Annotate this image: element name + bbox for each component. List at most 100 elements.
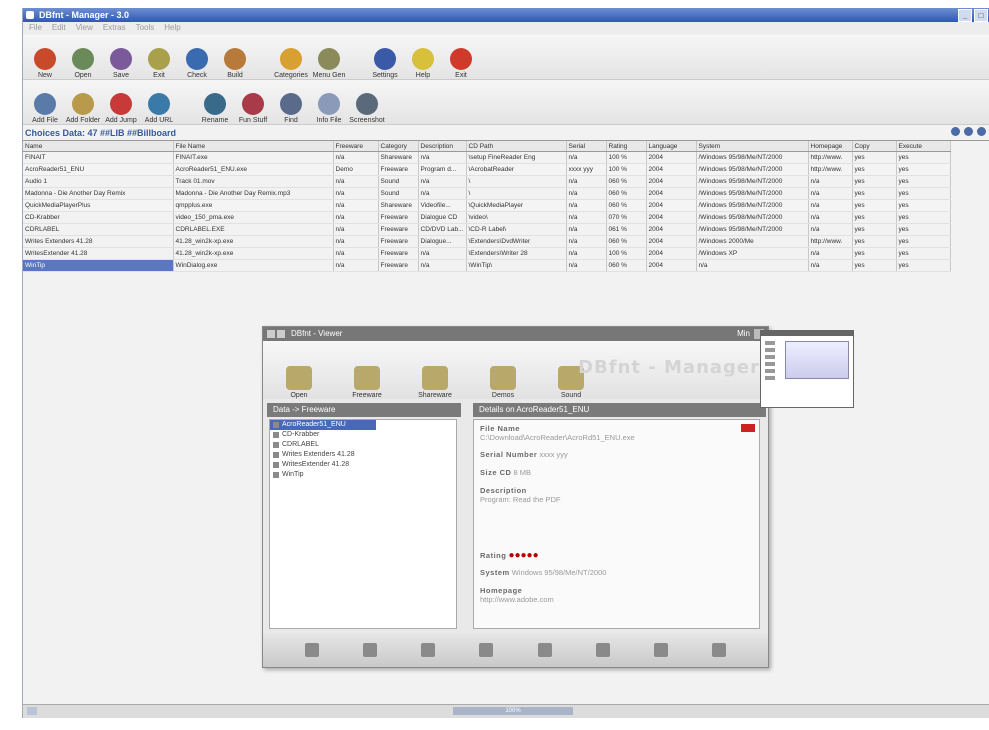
column-header[interactable]: Freeware <box>333 141 379 152</box>
column-header[interactable]: Homepage <box>808 141 853 152</box>
table-cell: Sound <box>378 175 419 188</box>
table-row[interactable]: AcroReader51_ENU AcroReader51_ENU.exe Demo… <box>23 163 951 176</box>
table-row[interactable]: Madonna - Die Another Day Remix Madonna -… <box>23 187 951 200</box>
toolbar-button-menu-gen[interactable]: Menu Gen <box>311 37 347 79</box>
column-header[interactable]: Category <box>378 141 419 152</box>
table-cell: n/a <box>566 175 607 188</box>
refresh-icon[interactable] <box>951 127 960 136</box>
table-cell: CD/DVD Lab... <box>418 223 467 236</box>
column-header[interactable]: CD Path <box>466 141 567 152</box>
flag-icon <box>741 424 755 432</box>
toolbar-button-check[interactable]: Check <box>179 37 215 79</box>
shareware-icon <box>422 366 448 390</box>
viewer-pin-icon[interactable] <box>277 330 285 338</box>
viewer-bottom-bar <box>263 633 768 667</box>
column-header[interactable]: System <box>696 141 809 152</box>
description-value: Program: Read the PDF <box>480 495 561 504</box>
search-icon[interactable] <box>537 643 552 657</box>
toolbar-button-add-file[interactable]: Add File <box>27 82 63 124</box>
menu-help[interactable]: Help <box>164 22 180 34</box>
table-cell: Madonna - Die Another Day Remix <box>23 187 174 200</box>
table-row[interactable]: QuickMediaPlayerPlus qmpplus.exe n/a Sharew… <box>23 199 951 212</box>
screenshot-preview[interactable] <box>760 330 854 408</box>
homepage-link[interactable]: http://www.adobe.com <box>480 595 554 604</box>
folder-icon[interactable] <box>479 643 494 657</box>
title-bar: DBfnt - Manager - 3.0 _ □ <box>23 8 989 22</box>
print-icon[interactable] <box>595 643 610 657</box>
help-icon <box>412 48 434 70</box>
toolbar-button-fun-stuff[interactable]: Fun Stuff <box>235 82 271 124</box>
viewer-tool-demos[interactable]: Demos <box>481 349 525 399</box>
column-header[interactable]: Serial <box>566 141 607 152</box>
size-value: 8 MB <box>513 468 532 477</box>
scroll-left-button[interactable] <box>27 707 37 715</box>
table-row[interactable]: WinTip WinDialog.exe n/a Freeware n/a \WinTip… <box>23 259 951 272</box>
menu-extras[interactable]: Extras <box>103 22 126 34</box>
tree-item[interactable]: WritesExtender 41.28 <box>270 460 456 470</box>
toolbar-label: Open <box>74 72 92 79</box>
tree-item[interactable]: CDRLABEL <box>270 440 456 450</box>
table-cell: 2004 <box>646 235 697 248</box>
toolbar-button-add-jump[interactable]: Add Jump <box>103 82 139 124</box>
column-header[interactable]: Rating <box>606 141 647 152</box>
viewer-menu-icon[interactable] <box>267 330 275 338</box>
first-icon[interactable] <box>305 643 320 657</box>
tree-item[interactable]: WinTip <box>270 470 456 480</box>
toolbar-button-build[interactable]: Build <box>217 37 253 79</box>
viewer-tool-freeware[interactable]: Freeware <box>345 349 389 399</box>
column-header[interactable]: File Name <box>173 141 334 152</box>
file-table: Name File Name Freeware Category Description… <box>23 141 951 272</box>
toolbar-button-exit[interactable]: Exit <box>141 37 177 79</box>
exit-icon <box>148 48 170 70</box>
table-row[interactable]: CD-Krabber video_150_pma.exe n/a Freeware Di… <box>23 211 951 224</box>
table-cell: 060 % <box>606 235 647 248</box>
toolbar-button-add-url[interactable]: Add URL <box>141 82 177 124</box>
toolbar-button-categories[interactable]: Categories <box>273 37 309 79</box>
table-row[interactable]: WritesExtender 41.28 41.28_win2k-xp.exe n/… <box>23 247 951 260</box>
column-header[interactable]: Copy <box>852 141 897 152</box>
column-header[interactable]: Description <box>418 141 467 152</box>
toolbar-button-help[interactable]: Help <box>405 37 441 79</box>
minimize-button[interactable]: _ <box>958 9 972 22</box>
toolbar-button-add-folder[interactable]: Add Folder <box>65 82 101 124</box>
menu-view[interactable]: View <box>76 22 93 34</box>
toolbar-button-save[interactable]: Save <box>103 37 139 79</box>
toolbar-label: Help <box>415 72 431 79</box>
back-icon[interactable] <box>363 643 378 657</box>
toolbar-button-rename[interactable]: Rename <box>197 82 233 124</box>
info-file-icon <box>318 93 340 115</box>
viewer-tool-open[interactable]: Open <box>277 349 321 399</box>
menu-edit[interactable]: Edit <box>52 22 66 34</box>
tree-item[interactable]: CD-Krabber <box>270 430 456 440</box>
toolbar-button-settings[interactable]: Settings <box>367 37 403 79</box>
maximize-button[interactable]: □ <box>974 9 988 22</box>
toolbar-button-open[interactable]: Open <box>65 37 101 79</box>
table-row[interactable]: CDRLABEL CDRLABEL.EXE n/a Freeware CD/DVD La… <box>23 223 951 236</box>
toolbar-button-screenshot[interactable]: Screenshot <box>349 82 385 124</box>
tree-item[interactable]: AcroReader51_ENU <box>270 420 376 430</box>
toolbar-button-find[interactable]: Find <box>273 82 309 124</box>
toolbar-button-new[interactable]: New <box>27 37 63 79</box>
viewer-tool-shareware[interactable]: Shareware <box>413 349 457 399</box>
toolbar-button-exit[interactable]: Exit <box>443 37 479 79</box>
table-cell: Freeware <box>378 259 419 272</box>
column-header[interactable]: Name <box>23 141 174 152</box>
column-header[interactable]: Language <box>646 141 697 152</box>
filter-icon[interactable] <box>964 127 973 136</box>
search-icon[interactable] <box>977 127 986 136</box>
home-icon[interactable] <box>653 643 668 657</box>
table-row[interactable]: FINAIT FINAIT.exe n/a Shareware n/a \setup Fi… <box>23 151 951 164</box>
viewer-min-label[interactable]: Min <box>737 327 750 341</box>
table-row[interactable]: Audio 1 Track 01.mov n/a Sound n/a \ n/a 060 % 2… <box>23 175 951 188</box>
tree-item[interactable]: Writes Extenders 41.28 <box>270 450 456 460</box>
power-icon[interactable] <box>711 643 726 657</box>
horizontal-scrollbar[interactable]: 100% <box>23 704 989 718</box>
menu-file[interactable]: File <box>29 22 42 34</box>
toolbar-button-info-file[interactable]: Info File <box>311 82 347 124</box>
column-header[interactable]: Execute <box>896 141 951 152</box>
menu-tools[interactable]: Tools <box>136 22 155 34</box>
homepage-label: Homepage <box>480 586 523 595</box>
copy-icon[interactable] <box>421 643 436 657</box>
scroll-thumb[interactable]: 100% <box>453 707 573 715</box>
table-row[interactable]: Writes Extenders 41.28 41.28_win2k-xp.exe… <box>23 235 951 248</box>
